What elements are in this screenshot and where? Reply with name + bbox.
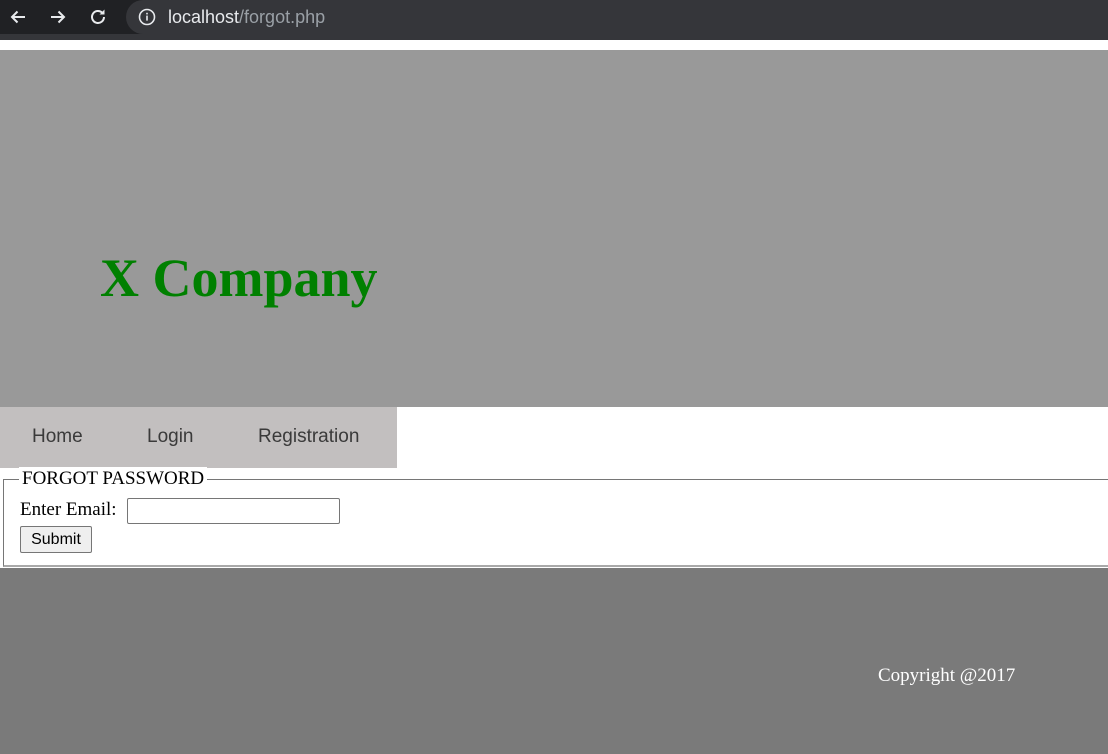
info-icon[interactable] xyxy=(138,8,156,31)
nav-login-link[interactable]: Login xyxy=(147,425,194,449)
main-nav: Home Login Registration xyxy=(0,407,397,468)
copyright-text: Copyright @2017 xyxy=(878,665,1016,686)
back-arrow-icon xyxy=(8,7,28,27)
url-host: localhost xyxy=(168,7,240,27)
reload-icon xyxy=(88,7,108,27)
nav-registration-link[interactable]: Registration xyxy=(258,425,359,449)
forward-arrow-icon xyxy=(48,7,68,27)
back-button[interactable] xyxy=(6,5,30,29)
email-input[interactable] xyxy=(127,498,340,524)
address-url[interactable]: localhost/forgot.php xyxy=(168,6,325,28)
url-path: /forgot.php xyxy=(239,7,326,27)
toolbar-divider xyxy=(0,34,1108,40)
site-footer xyxy=(0,568,1108,754)
reload-button[interactable] xyxy=(86,5,110,29)
browser-toolbar: localhost/forgot.php xyxy=(0,0,1108,40)
company-title: X Company xyxy=(100,248,378,308)
submit-button[interactable]: Submit xyxy=(20,526,92,553)
nav-home-link[interactable]: Home xyxy=(32,425,83,449)
fieldset-legend: FORGOT PASSWORD xyxy=(19,467,208,491)
forward-button[interactable] xyxy=(46,5,70,29)
address-bar[interactable]: localhost/forgot.php xyxy=(126,0,1108,34)
email-label: Enter Email: xyxy=(20,499,117,520)
site-header: X Company xyxy=(0,50,1108,407)
